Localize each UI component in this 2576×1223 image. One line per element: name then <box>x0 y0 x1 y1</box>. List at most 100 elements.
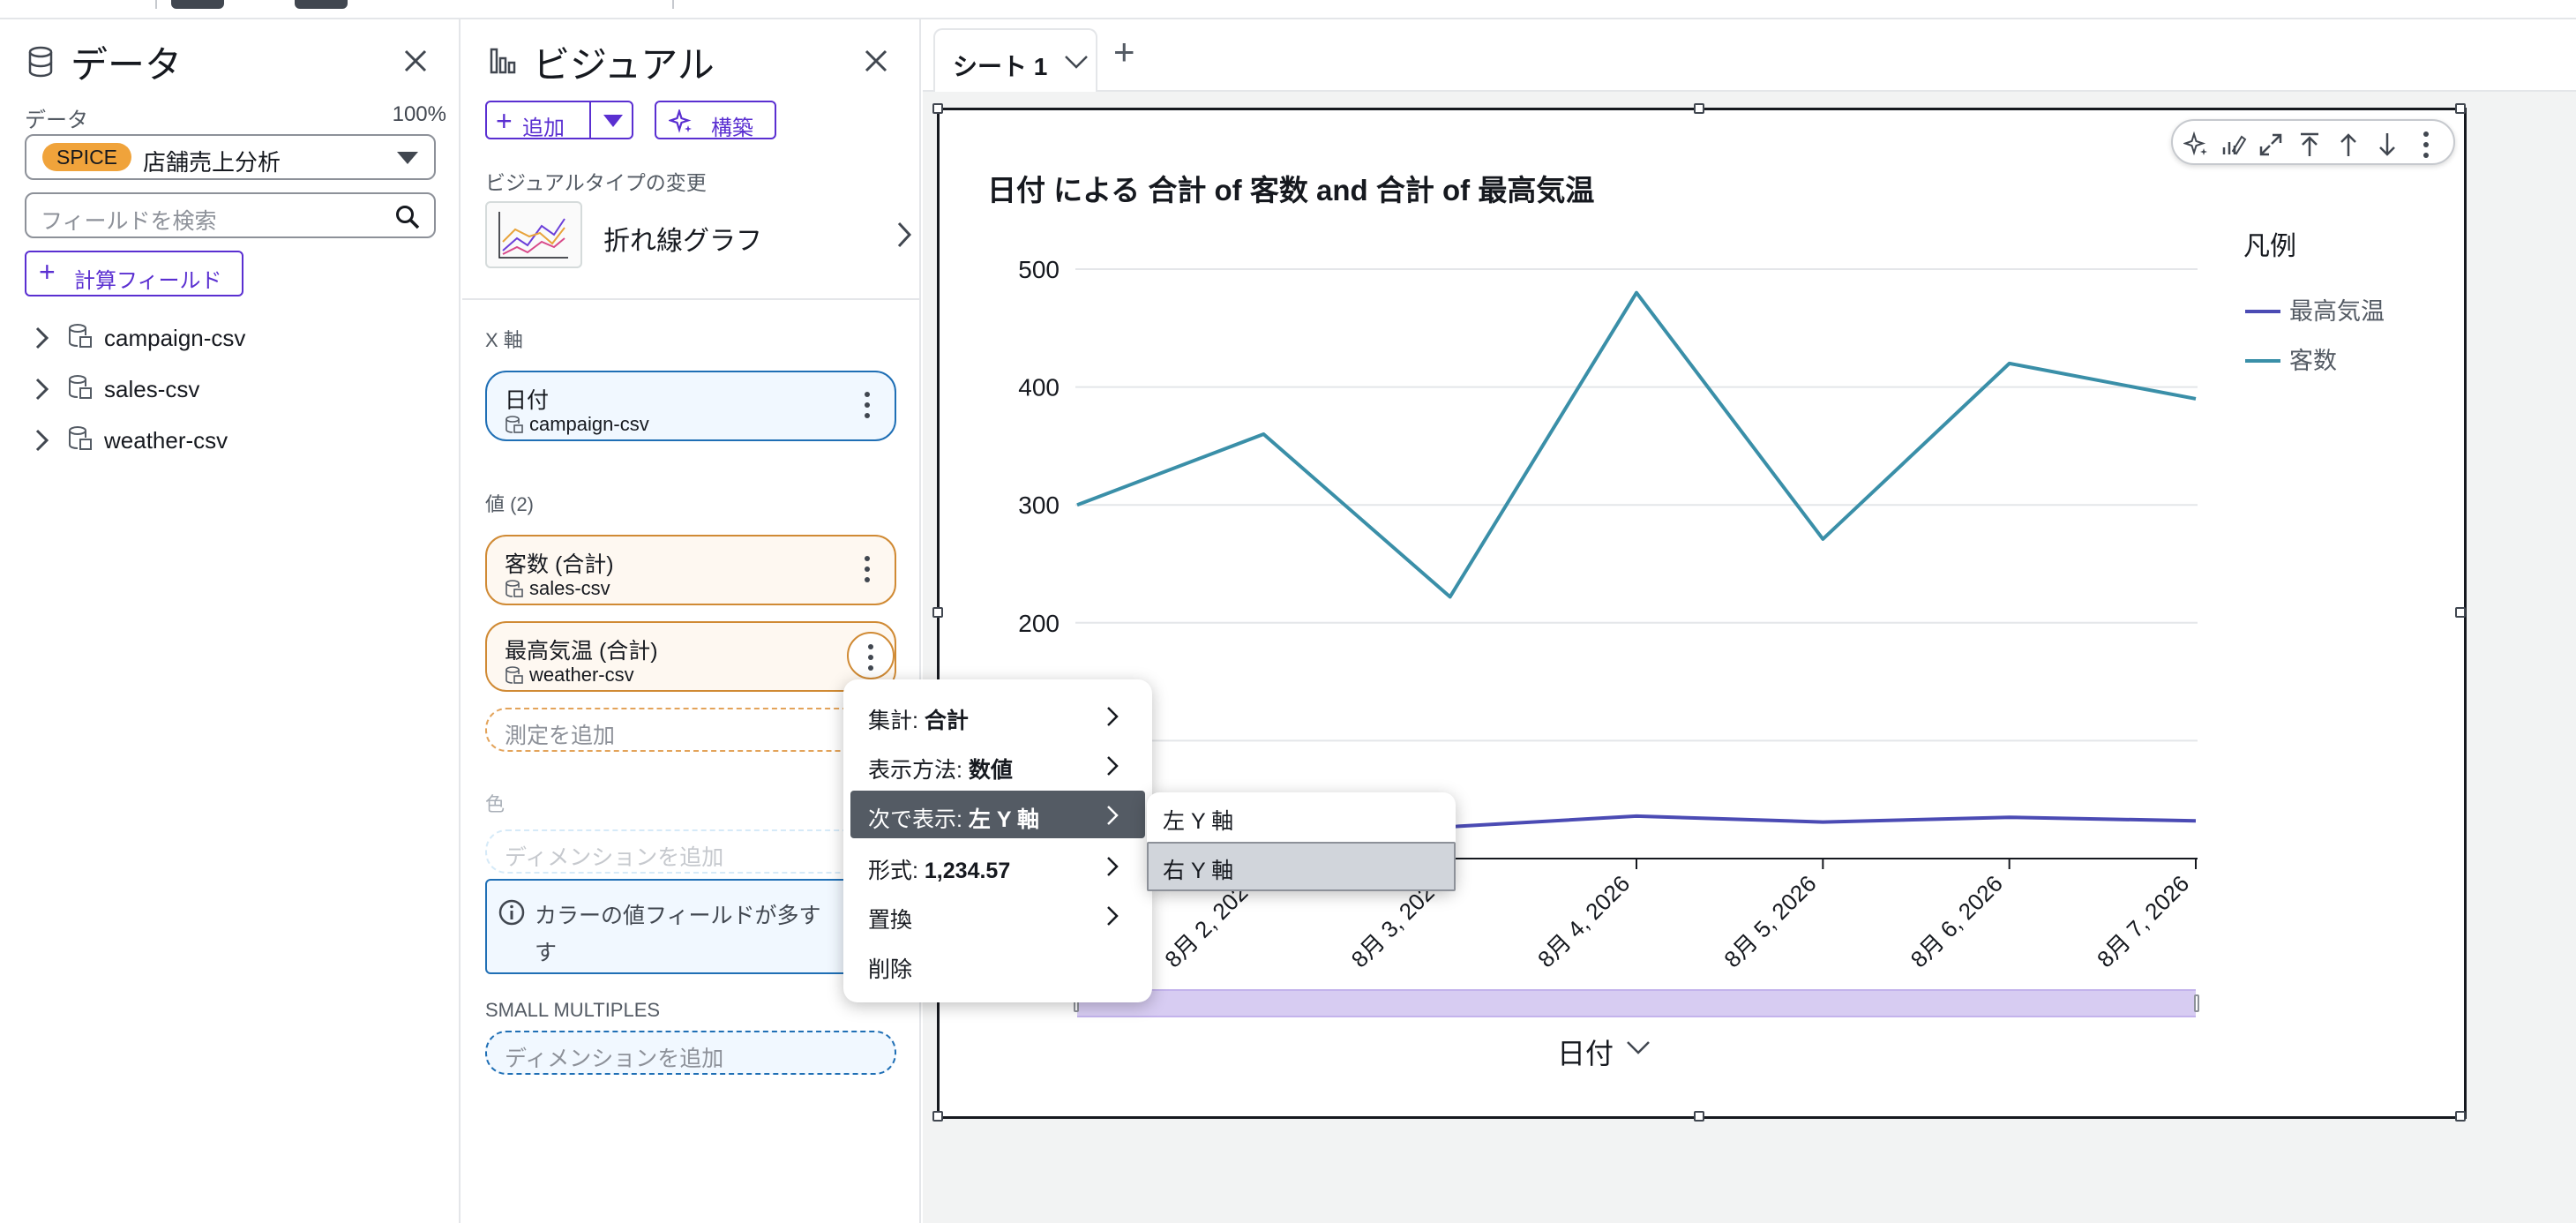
menu-item-value: 合計 <box>924 709 969 733</box>
dataset-row-sales[interactable]: sales-csv <box>26 371 450 406</box>
toolbar-button[interactable] <box>171 0 224 9</box>
legend-label[interactable]: 最高気温 <box>2289 298 2385 325</box>
add-measure-drop[interactable]: 測定を追加 <box>485 708 896 752</box>
sheet-tab[interactable]: シート 1 <box>933 28 1097 92</box>
chevron-down-icon <box>1627 1041 1650 1054</box>
y-tick-label: 500 <box>1018 256 1060 283</box>
chevron-down-icon[interactable] <box>1064 55 1089 69</box>
add-small-multiples-drop[interactable]: ディメンションを追加 <box>485 1031 896 1075</box>
values-label: 値 (2) <box>485 493 535 515</box>
field-name: 日付 <box>505 388 550 413</box>
submenu-item-left-axis[interactable]: 左 Y 軸 <box>1147 792 1456 842</box>
close-icon[interactable] <box>863 48 889 74</box>
more-options-button-active[interactable] <box>847 632 895 679</box>
data-label: データ <box>25 109 88 132</box>
menu-item-aggregate[interactable]: 集計: 合計 <box>843 692 1152 739</box>
close-icon[interactable] <box>402 48 429 74</box>
chevron-right-icon[interactable] <box>35 378 49 401</box>
dataset-name: 店舗売上分析 <box>143 149 281 176</box>
legend-title: 凡例 <box>2243 232 2296 261</box>
dataset-icon <box>69 426 92 450</box>
menu-item-label: 削除 <box>868 957 913 982</box>
search-placeholder: フィールドを検索 <box>41 209 217 234</box>
menu-item-replace[interactable]: 置換 <box>843 891 1152 939</box>
menu-item-label: 集計: <box>868 709 925 733</box>
data-panel: データ データ 100% SPICE 店舗売上分析 フィールドを検索 + 計算フ… <box>0 19 461 1223</box>
field-source: weather-csv <box>529 664 634 686</box>
legend-label[interactable]: 客数 <box>2289 348 2337 374</box>
menu-item-show-as[interactable]: 表示方法: 数値 <box>843 741 1152 789</box>
visual-panel-title: ビジュアル <box>533 44 715 86</box>
chevron-right-icon <box>1107 906 1119 926</box>
toolbar-button[interactable] <box>295 0 348 9</box>
sheet-tab-label: シート 1 <box>953 53 1048 80</box>
dataset-select[interactable]: SPICE 店舗売上分析 <box>25 134 436 180</box>
axis-submenu: 左 Y 軸 右 Y 軸 <box>1147 792 1456 891</box>
caret-down-icon[interactable] <box>603 115 623 127</box>
add-button[interactable]: + 追加 <box>485 101 633 140</box>
add-sheet-button[interactable]: + <box>1113 34 1135 71</box>
field-name: 客数 (合計) <box>505 552 614 577</box>
dataset-name: sales-csv <box>104 376 200 402</box>
dataset-row-weather[interactable]: weather-csv <box>26 422 450 457</box>
value-field-well[interactable]: 客数 (合計) sales-csv <box>485 535 896 605</box>
toolbar-divider <box>155 0 157 9</box>
chevron-right-icon[interactable] <box>35 326 49 349</box>
line-chart: 日付 による 合計 of 客数 and 合計 of 最高気温 凡例 200 300… <box>973 174 2385 972</box>
x-axis-label: X 軸 <box>485 329 523 351</box>
chevron-right-icon <box>1107 806 1119 825</box>
sparkle-icon <box>669 109 692 133</box>
visual-panel: ビジュアル + 追加 構築 ビジュアルタイプの変更 折れ線グラフ X 軸 日付 … <box>462 19 921 1223</box>
visual-type-selector[interactable]: 折れ線グラフ <box>485 201 921 270</box>
value-field-well[interactable]: 最高気温 (合計) weather-csv <box>485 621 896 692</box>
range-scrollbar[interactable] <box>1074 989 2199 1017</box>
bar-chart-icon <box>490 48 516 74</box>
field-context-menu: 集計: 合計 表示方法: 数値 次で表示: 左 Y 軸 形式: 1,234.57… <box>843 679 1152 1002</box>
menu-item-value: 左 Y 軸 <box>968 807 1040 832</box>
series-line[interactable] <box>1076 290 2197 599</box>
visual-type-name: 折れ線グラフ <box>603 227 762 256</box>
sheet-tab-bar <box>923 19 2576 92</box>
search-icon[interactable] <box>395 205 420 229</box>
dataset-icon <box>69 375 92 399</box>
more-options-icon[interactable] <box>868 644 873 671</box>
add-calculated-field-button[interactable]: + 計算フィールド <box>25 251 243 296</box>
build-button-label: 構築 <box>711 116 753 140</box>
info-icon <box>498 899 525 926</box>
build-button[interactable]: 構築 <box>655 101 776 140</box>
split-divider <box>589 102 591 138</box>
dataset-icon <box>69 324 92 348</box>
field-search-input[interactable]: フィールドを検索 <box>25 192 436 238</box>
more-options-icon[interactable] <box>865 556 870 582</box>
divider <box>462 298 919 300</box>
menu-item-value: 数値 <box>968 758 1013 783</box>
calc-field-label: 計算フィールド <box>74 269 222 293</box>
submenu-item-right-axis[interactable]: 右 Y 軸 <box>1147 842 1456 891</box>
menu-item-label: 次で表示: <box>868 807 969 832</box>
menu-item-label: 置換 <box>868 908 913 933</box>
x-axis-field-well[interactable]: 日付 campaign-csv <box>485 371 896 441</box>
menu-item-delete[interactable]: 削除 <box>843 941 1152 988</box>
chart-title: 日付 による 合計 of 客数 and 合計 of 最高気温 <box>987 174 1594 206</box>
chevron-right-icon <box>897 221 912 248</box>
database-icon <box>28 46 53 78</box>
info-text: カラーの値フィールドが多す <box>535 904 821 928</box>
line-chart-visual[interactable]: 日付 による 合計 of 客数 and 合計 of 最高気温 凡例 200 300… <box>932 103 2467 1122</box>
add-color-dimension-drop[interactable]: ディメンションを追加 <box>485 829 896 874</box>
dataset-icon <box>505 666 523 684</box>
dataset-icon <box>505 580 523 597</box>
dataset-row-campaign[interactable]: campaign-csv <box>26 319 450 355</box>
range-handle-right[interactable] <box>2194 994 2199 1012</box>
color-label: 色 <box>485 793 505 815</box>
more-options-icon[interactable] <box>865 392 870 418</box>
menu-item-display-on[interactable]: 次で表示: 左 Y 軸 <box>850 791 1145 838</box>
x-axis-title: 日付 <box>1557 1038 1614 1069</box>
x-tick-label: 8月 5, 2026 <box>1719 870 1821 972</box>
change-visual-type-label: ビジュアルタイプの変更 <box>485 171 707 194</box>
menu-item-format[interactable]: 形式: 1,234.57 <box>843 842 1152 889</box>
field-name: 最高気温 (合計) <box>505 639 658 664</box>
dataset-icon <box>505 416 523 433</box>
spice-badge: SPICE <box>42 143 132 171</box>
spice-usage: 100% <box>392 102 446 126</box>
chevron-right-icon[interactable] <box>35 429 49 452</box>
